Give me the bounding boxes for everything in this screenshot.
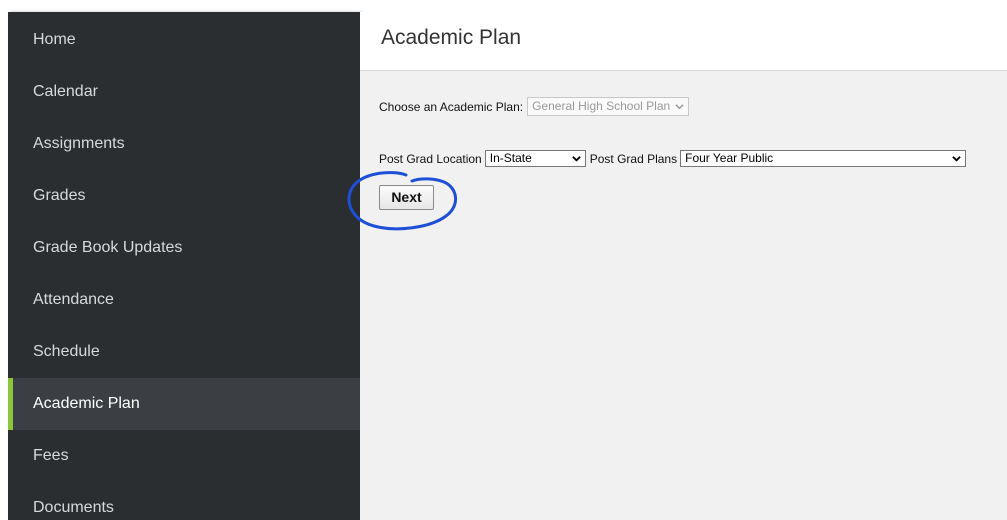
post-grad-plans-value: Four Year Public <box>685 151 774 165</box>
page-title: Academic Plan <box>381 26 522 49</box>
academic-plan-row: Choose an Academic Plan: General High Sc… <box>379 97 690 116</box>
sidebar-item-fees[interactable]: Fees <box>8 430 360 482</box>
sidebar-item-assignments[interactable]: Assignments <box>8 118 360 170</box>
post-grad-location-label: Post Grad Location <box>379 151 482 166</box>
sidebar-item-grade-book-updates[interactable]: Grade Book Updates <box>8 222 360 274</box>
app-window: Home Calendar Assignments Grades Grade B… <box>0 0 1007 520</box>
sidebar-item-grades[interactable]: Grades <box>8 170 360 222</box>
post-grad-plans-label: Post Grad Plans <box>589 151 678 166</box>
academic-plan-select-value: General High School Plan <box>532 99 671 113</box>
sidebar-item-schedule[interactable]: Schedule <box>8 326 360 378</box>
sidebar-nav: Home Calendar Assignments Grades Grade B… <box>8 12 360 520</box>
next-button[interactable]: Next <box>379 185 434 210</box>
chevron-down-icon <box>571 156 581 162</box>
post-grad-location-select[interactable]: In-State <box>484 150 586 167</box>
academic-plan-label: Choose an Academic Plan: <box>379 99 524 114</box>
sidebar-item-documents[interactable]: Documents <box>8 482 360 520</box>
post-grad-row: Post Grad Location In-State Post Grad Pl… <box>379 150 967 167</box>
sidebar-item-academic-plan[interactable]: Academic Plan <box>8 378 360 430</box>
academic-plan-select[interactable]: General High School Plan <box>527 97 690 116</box>
post-grad-plans-select[interactable]: Four Year Public <box>680 150 967 167</box>
sidebar-item-attendance[interactable]: Attendance <box>8 274 360 326</box>
post-grad-location-value: In-State <box>489 151 532 165</box>
sidebar-item-calendar[interactable]: Calendar <box>8 66 360 118</box>
page-header: Academic Plan <box>360 12 1007 71</box>
main-content: Academic Plan Choose an Academic Plan: G… <box>360 12 1007 520</box>
chevron-down-icon <box>675 104 684 110</box>
chevron-down-icon <box>952 156 961 162</box>
sidebar-item-home[interactable]: Home <box>8 14 360 66</box>
